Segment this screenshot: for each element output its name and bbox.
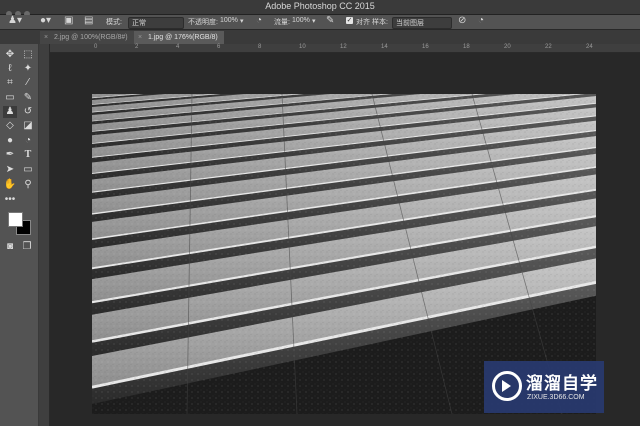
document-tabs: × 2.jpg @ 100%(RGB/8#) × 1.jpg @ 176%(RG… xyxy=(0,30,640,44)
pressure-size-icon[interactable]: ◔ xyxy=(478,15,484,26)
ruler-tick-label: 12 xyxy=(340,44,347,50)
ruler-tick-label: 20 xyxy=(504,44,511,50)
toggle-clone-source-icon[interactable]: ▤ xyxy=(84,15,93,26)
type-icon[interactable]: T xyxy=(21,149,35,161)
healing-brush-icon[interactable]: ▭ xyxy=(3,92,17,104)
tab-label: 1.jpg @ 176%(RGB/8) xyxy=(148,34,218,41)
eyedropper-icon[interactable]: ⁄ xyxy=(21,77,35,89)
align-checkbox[interactable]: ✓ xyxy=(346,17,353,24)
ruler-tick-label: 22 xyxy=(545,44,552,50)
magic-wand-icon[interactable]: ✦ xyxy=(21,63,35,75)
crop-icon[interactable]: ⌗ xyxy=(3,77,17,89)
align-label: 对齐 xyxy=(356,19,370,26)
opacity-input[interactable]: 100% xyxy=(220,17,238,24)
quick-mask-icon[interactable]: ◙ xyxy=(3,241,17,253)
move-icon[interactable]: ✥ xyxy=(3,49,17,61)
sample-label: 样本: xyxy=(372,19,388,26)
flow-label: 流量: xyxy=(274,19,290,26)
blur-icon[interactable]: ● xyxy=(3,135,17,147)
watermark-sub-text: ZIXUE.3D66.COM xyxy=(527,394,585,401)
ruler-tick-label: 10 xyxy=(299,44,306,50)
watermark-banner: 溜溜自学 ZIXUE.3D66.COM xyxy=(484,361,604,413)
airbrush-icon[interactable]: ✎ xyxy=(326,15,334,26)
ruler-tick-label: 0 xyxy=(94,44,98,50)
watermark-main-text: 溜溜自学 xyxy=(526,374,598,393)
pressure-opacity-icon[interactable]: ◔ xyxy=(256,15,262,26)
brush-preset-picker-icon[interactable]: ●▾ xyxy=(40,15,51,26)
ruler-tick-label: 24 xyxy=(586,44,593,50)
close-tab-icon[interactable]: × xyxy=(138,31,142,44)
toggle-brush-panel-icon[interactable]: ▣ xyxy=(64,15,73,26)
pen-icon[interactable]: ✒ xyxy=(3,149,17,161)
tools-panel: ✥ ⬚ ℓ ✦ ⌗ ⁄ ▭ ✎ ♟ ↺ ◇ ◪ ● ◔ ✒ T ➤ ▭ ✋ ⚲ … xyxy=(0,44,39,426)
sample-select[interactable]: 当前图层 xyxy=(392,17,452,29)
ignore-adjustment-icon[interactable]: ⊘ xyxy=(458,15,466,26)
hand-icon[interactable]: ✋ xyxy=(3,179,17,191)
lasso-icon[interactable]: ℓ xyxy=(3,63,17,75)
ruler-tick-label: 4 xyxy=(176,44,180,50)
ruler-tick-label: 14 xyxy=(381,44,388,50)
close-tab-icon[interactable]: × xyxy=(44,31,48,44)
clone-stamp-icon[interactable]: ♟ xyxy=(3,106,17,118)
eraser-icon[interactable]: ◇ xyxy=(3,120,17,132)
marquee-icon[interactable]: ⬚ xyxy=(21,49,35,61)
dodge-icon[interactable]: ◔ xyxy=(21,135,35,147)
more-tools-icon[interactable]: ••• xyxy=(3,194,17,206)
options-bar: ♟▾ ●▾ ▣ ▤ 模式: 正常 不透明度: 100% ▾ ◔ 流量: 100%… xyxy=(0,15,640,29)
history-brush-icon[interactable]: ↺ xyxy=(21,106,35,118)
flow-input[interactable]: 100% xyxy=(292,17,310,24)
tab-label: 2.jpg @ 100%(RGB/8#) xyxy=(54,34,128,41)
mode-select[interactable]: 正常 xyxy=(128,17,184,29)
app-title: Adobe Photoshop CC 2015 xyxy=(265,1,375,11)
screen-mode-icon[interactable]: ❐ xyxy=(20,241,34,253)
tab-1-jpg[interactable]: × 1.jpg @ 176%(RGB/8) xyxy=(134,31,224,44)
foreground-color-swatch-top[interactable] xyxy=(8,212,23,227)
ruler-tick-label: 8 xyxy=(258,44,262,50)
tab-2-jpg[interactable]: × 2.jpg @ 100%(RGB/8#) xyxy=(40,31,134,44)
paint-bucket-icon[interactable]: ◪ xyxy=(21,120,35,132)
ruler-tick-label: 18 xyxy=(463,44,470,50)
ruler-tick-label: 6 xyxy=(217,44,221,50)
zoom-icon[interactable]: ⚲ xyxy=(21,179,35,191)
opacity-label: 不透明度: xyxy=(188,19,218,26)
clone-stamp-preset-icon[interactable]: ♟▾ xyxy=(8,15,22,26)
flow-dropdown-icon[interactable]: ▾ xyxy=(312,17,316,25)
rectangle-icon[interactable]: ▭ xyxy=(21,164,35,176)
ruler-tick-label: 16 xyxy=(422,44,429,50)
vertical-ruler xyxy=(39,44,50,426)
mode-label: 模式: xyxy=(106,19,122,26)
opacity-dropdown-icon[interactable]: ▾ xyxy=(240,17,244,25)
ruler-tick-label: 2 xyxy=(135,44,139,50)
title-bar: Adobe Photoshop CC 2015 xyxy=(0,0,640,17)
horizontal-ruler: 0 2 4 6 8 10 12 14 16 18 20 22 24 xyxy=(50,44,640,53)
brush-icon[interactable]: ✎ xyxy=(21,92,35,104)
play-logo-icon xyxy=(492,371,522,401)
path-selection-icon[interactable]: ➤ xyxy=(3,164,17,176)
